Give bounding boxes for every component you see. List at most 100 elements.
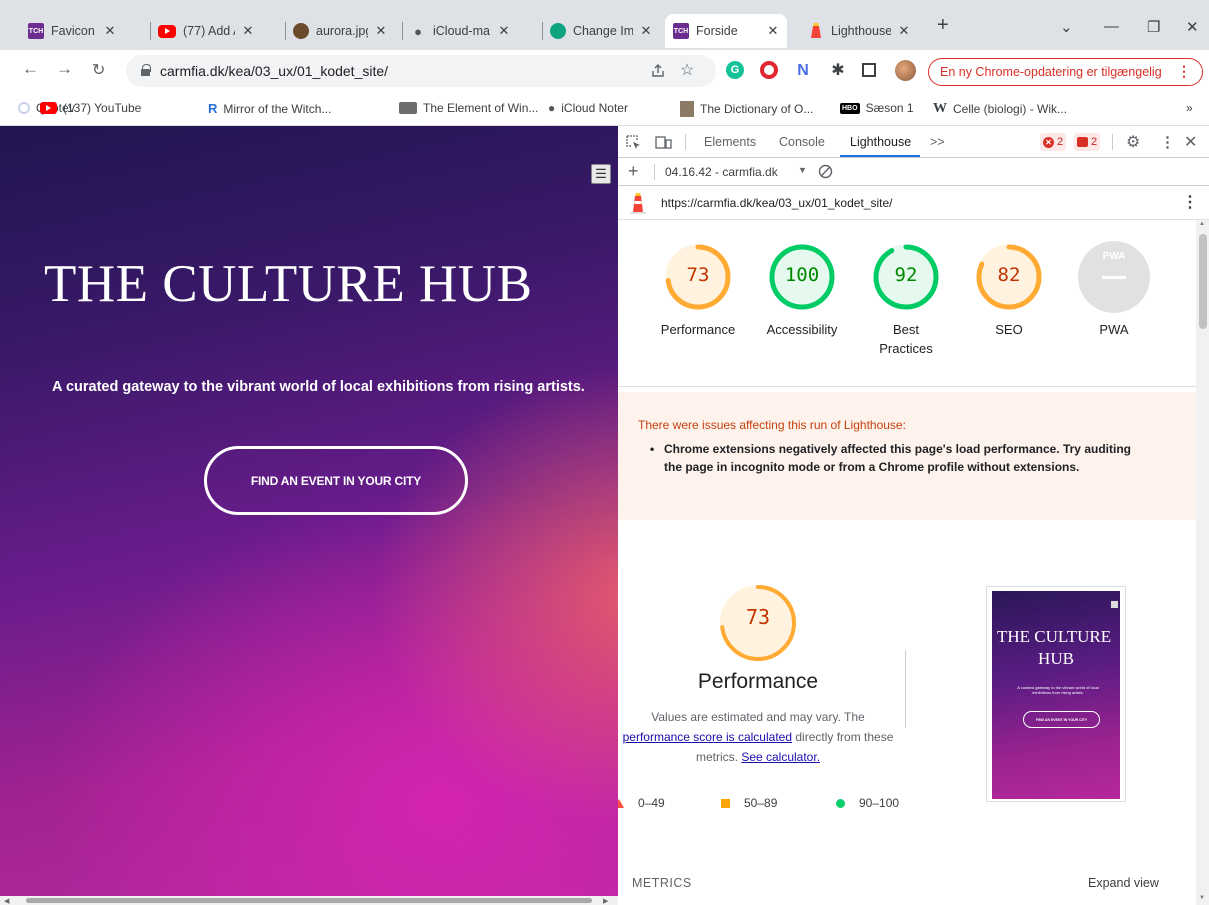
find-event-button[interactable]: FIND AN EVENT IN YOUR CITY [204,446,468,515]
section-divider [618,386,1196,387]
legend-fail: 0–49 [618,796,665,810]
close-devtools-icon[interactable]: ✕ [1184,132,1197,152]
report-url[interactable]: https://carmfia.dk/kea/03_ux/01_kodet_si… [661,196,892,210]
report-dropdown-icon[interactable]: ▼ [798,165,807,175]
horizontal-scroll-thumb[interactable] [26,898,592,903]
scroll-left-icon[interactable]: ◀ [4,897,9,905]
tab-lighthouse[interactable]: Lighthouse ✕ [808,14,913,48]
bookmark-item[interactable]: The Element of Win... [399,101,538,115]
close-tab-icon[interactable]: ✕ [764,22,782,40]
issues-count-badge[interactable]: 2 [1074,133,1101,151]
close-tab-icon[interactable]: ✕ [495,22,513,40]
performance-score-value: 73 [745,605,771,629]
tab-title: aurora.jpg [316,24,368,38]
report-select[interactable]: 04.16.42 - carmfia.dk [665,165,778,179]
error-count-badge[interactable]: ✕ 2 [1040,133,1067,151]
lock-icon[interactable] [141,64,151,76]
device-toolbar-icon[interactable] [655,135,672,150]
report-scroll-thumb[interactable] [1199,234,1207,329]
scroll-down-icon[interactable]: ▼ [1199,895,1205,901]
fail-triangle-icon [618,798,624,808]
clear-reports-icon[interactable] [818,164,833,179]
legend-fail-label: 0–49 [638,796,665,810]
expand-view-button[interactable]: Expand view [1088,876,1159,890]
tab-title: Favicon Ge [51,24,97,38]
close-tab-icon[interactable]: ✕ [239,22,257,40]
reload-icon[interactable]: ↻ [92,60,105,80]
tab-console[interactable]: Console [779,135,825,149]
tab-youtube[interactable]: (77) Add A ✕ [158,14,257,48]
hamburger-menu-icon[interactable]: ☰ [591,164,611,184]
more-tabs-icon[interactable]: >> [930,135,945,149]
bookmark-star-icon[interactable]: ☆ [680,60,694,80]
close-tab-icon[interactable]: ✕ [637,22,655,40]
quotev-icon [18,102,30,114]
restore-icon[interactable]: ❐ [1147,18,1160,36]
report-menu-icon[interactable]: ⋮ [1182,192,1198,212]
bookmark-label: The Dictionary of O... [700,102,814,116]
scroll-up-icon[interactable]: ▲ [1199,221,1205,227]
inspect-element-icon[interactable] [626,135,641,150]
youtube-icon [158,24,176,38]
gauge-performance[interactable]: 73 Performance [648,240,748,339]
bookmark-item[interactable]: W Celle (biologi) - Wik... [933,101,1067,117]
bookmark-item[interactable]: R Mirror of the Witch... [208,101,331,116]
bookmark-item[interactable]: The Dictionary of O... [680,101,813,117]
bookmark-item[interactable]: ● iCloud Noter [548,101,628,115]
tab-image-file[interactable]: aurora.jpg ✕ [293,14,390,48]
url-text[interactable]: carmfia.dk/kea/03_ux/01_kodet_site/ [160,63,388,79]
score-calculated-link[interactable]: performance score is calculated [623,730,792,744]
grammarly-icon[interactable]: G [726,61,744,79]
gauge-seo[interactable]: 82 SEO [959,240,1059,339]
tab-culture-hub[interactable]: TCH Forside ✕ [665,14,787,48]
tab-favicon-generator[interactable]: TCH Favicon Ge ✕ [28,14,119,48]
chrome-menu-icon[interactable]: ⋮ [1177,63,1191,80]
gauge-accessibility[interactable]: 100 Accessibility [752,240,852,339]
gauge-label: PWA [1099,322,1129,337]
close-window-icon[interactable]: ✕ [1186,18,1199,36]
dictionary-icon [680,101,694,117]
toolbar-divider [1112,134,1113,150]
bookmarks-overflow-icon[interactable]: » [1186,101,1193,115]
see-calculator-link[interactable]: See calculator. [741,750,820,764]
tab-elements[interactable]: Elements [704,135,756,149]
performance-desc-1: Values are estimated and may vary. The [651,710,865,724]
tab-search-icon[interactable]: ⌄ [1060,18,1073,36]
close-tab-icon[interactable]: ✕ [372,22,390,40]
profile-avatar[interactable] [895,60,916,81]
bookmark-item[interactable]: (137) YouTube [40,101,141,115]
devtools-menu-icon[interactable]: ⋮ [1160,133,1175,151]
back-icon[interactable]: ← [22,59,39,79]
tab-title: (77) Add A [183,24,235,38]
tab-chatgpt[interactable]: Change Im ✕ [550,14,655,48]
close-tab-icon[interactable]: ✕ [895,22,913,40]
new-report-icon[interactable]: + [628,161,639,182]
gauge-label: Accessibility [766,322,838,337]
thumbnail-tagline: A curated gateway to the vibrant world o… [1017,685,1099,695]
report-scrollbar[interactable]: ▲ ▼ [1196,220,1209,905]
share-icon[interactable] [650,63,666,79]
forward-icon[interactable]: → [56,59,73,79]
tab-apple[interactable]: ● iCloud-ma ✕ [410,14,513,48]
wikipedia-icon: W [933,101,947,116]
extensions-puzzle-icon[interactable]: ✱ [828,60,848,80]
chrome-update-button[interactable]: En ny Chrome-opdatering er tilgængelig ⋮ [928,58,1203,86]
final-screenshot-thumbnail[interactable]: THE CULTURE HUB A curated gateway to the… [986,586,1126,802]
gauge-best-practices[interactable]: 92 Best Practices [856,240,956,358]
gauge-score-value: PWA [1102,251,1126,262]
scroll-right-icon[interactable]: ▶ [603,897,608,905]
gauge-label: Best Practices [879,322,933,356]
minimize-icon[interactable]: — [1104,18,1119,35]
settings-gear-icon[interactable]: ⚙ [1126,132,1140,152]
new-tab-icon[interactable]: + [937,14,949,37]
notion-extension-icon[interactable]: N [793,61,813,81]
gauge-pwa[interactable]: PWA PWA [1064,240,1164,339]
tab-lighthouse[interactable]: Lighthouse [850,135,911,149]
address-bar[interactable]: carmfia.dk/kea/03_ux/01_kodet_site/ ☆ [126,55,716,87]
close-tab-icon[interactable]: ✕ [101,22,119,40]
bookmark-item[interactable]: HBO Sæson 1 [840,101,914,115]
side-panel-icon[interactable] [862,63,876,77]
opera-icon[interactable] [760,61,778,79]
thumbnail-title-2: HUB [1038,649,1074,668]
horizontal-scrollbar[interactable]: ◀ ▶ [0,896,618,905]
